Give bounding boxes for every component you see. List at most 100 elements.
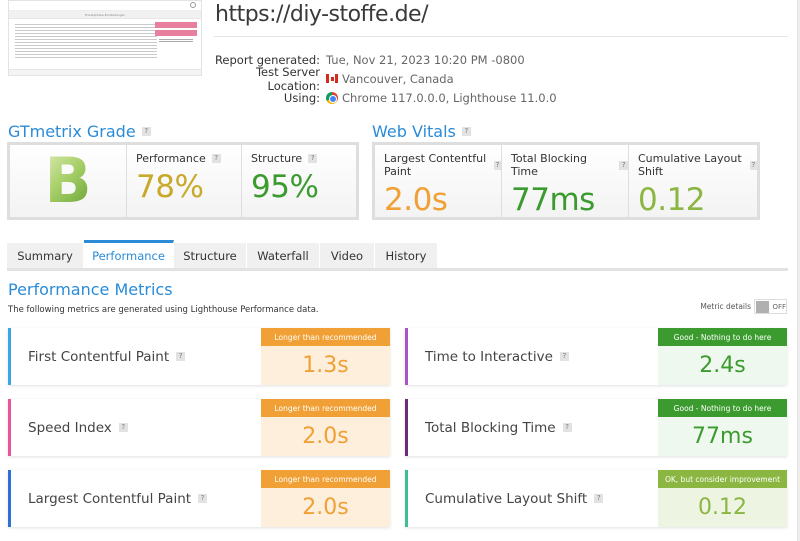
- structure-score: 95%: [251, 169, 319, 205]
- meta-using: Using: Chrome 117.0.0.0, Lighthouse 11.0…: [214, 88, 557, 107]
- metric-value: 2.0s: [261, 488, 390, 527]
- performance-metrics-title: Performance Metrics: [8, 280, 173, 299]
- tab-history[interactable]: History: [375, 243, 438, 268]
- metric-card-first-contentful-paint: First Contentful Paint? Longer than reco…: [8, 328, 390, 385]
- metric-status: Good - Nothing to do here: [658, 399, 787, 417]
- meta-label: Test Server Location:: [255, 64, 320, 93]
- metric-card-cumulative-layout-shift: Cumulative Layout Shift? OK, but conside…: [405, 470, 787, 527]
- help-icon[interactable]: ?: [493, 160, 501, 170]
- thumbnail-button: [155, 22, 197, 28]
- thumbnail-search-bar: [9, 1, 201, 11]
- metric-name: First Contentful Paint: [28, 348, 170, 365]
- web-vitals-title: Web Vitals ?: [372, 122, 471, 141]
- web-vitals-panel: Largest Contentful Paint? 2.0s Total Blo…: [372, 142, 760, 220]
- gtmetrix-grade-title: GTmetrix Grade ?: [8, 122, 151, 141]
- help-icon[interactable]: ?: [749, 160, 757, 170]
- help-icon[interactable]: ?: [461, 127, 471, 136]
- meta-test-server-location: Test Server Location: Vancouver, Canada: [214, 65, 557, 93]
- gtmetrix-grade-panel: B Performance? 78% Structure? 95%: [7, 142, 359, 220]
- toggle-knob: [756, 300, 770, 313]
- report-meta: Report generated: Tue, Nov 21, 2023 10:2…: [214, 50, 557, 107]
- metric-value: 1.3s: [261, 346, 390, 385]
- tab-video[interactable]: Video: [320, 243, 375, 268]
- help-icon[interactable]: ?: [562, 423, 572, 432]
- metric-details-toggle[interactable]: OFF: [754, 299, 787, 314]
- help-icon[interactable]: ?: [619, 160, 628, 170]
- vital-value: 2.0s: [384, 182, 448, 218]
- tab-waterfall[interactable]: Waterfall: [247, 243, 320, 268]
- thumbnail-body: [9, 19, 201, 69]
- structure-score-cell: Structure? 95%: [242, 145, 356, 217]
- metric-status: OK, but consider improvement: [658, 470, 787, 488]
- thumbnail-link: [159, 39, 193, 40]
- metric-value: 2.0s: [261, 417, 390, 456]
- grade-letter: B: [44, 144, 92, 217]
- metric-result: Good - Nothing to do here 2.4s: [658, 328, 787, 385]
- meta-label: Using:: [283, 90, 320, 105]
- vital-lcp: Largest Contentful Paint? 2.0s: [375, 145, 502, 218]
- metric-status: Longer than recommended: [261, 399, 390, 417]
- thumbnail-footer: [9, 69, 201, 75]
- search-icon: [190, 2, 196, 8]
- metric-name: Largest Contentful Paint: [28, 490, 192, 507]
- tab-structure[interactable]: Structure: [174, 243, 247, 268]
- vital-label: Cumulative Layout Shift: [638, 152, 742, 178]
- canada-flag-icon: [326, 74, 338, 83]
- metric-name: Speed Index: [28, 419, 112, 436]
- metric-status: Good - Nothing to do here: [658, 328, 787, 346]
- thumbnail-title-bar: Privatsphäre-Einstellungen: [9, 11, 201, 19]
- vital-label: Total Blocking Time: [511, 152, 587, 178]
- help-icon[interactable]: ?: [308, 154, 318, 163]
- performance-score-cell: Performance? 78%: [127, 145, 242, 217]
- metric-card-total-blocking-time: Total Blocking Time? Good - Nothing to d…: [405, 399, 787, 456]
- metric-value: 2.4s: [658, 346, 787, 385]
- help-icon[interactable]: ?: [118, 423, 128, 432]
- metric-value: 0.12: [658, 488, 787, 527]
- metric-result: Longer than recommended 1.3s: [261, 328, 390, 385]
- report-url: https://diy-stoffe.de/: [215, 2, 429, 27]
- help-icon[interactable]: ?: [176, 352, 186, 361]
- metric-result: Good - Nothing to do here 77ms: [658, 399, 787, 456]
- chrome-icon: [326, 91, 338, 104]
- metric-result: OK, but consider improvement 0.12: [658, 470, 787, 527]
- page-screenshot-thumbnail[interactable]: Privatsphäre-Einstellungen: [8, 0, 202, 76]
- help-icon[interactable]: ?: [211, 154, 221, 163]
- meta-value: Chrome 117.0.0.0, Lighthouse 11.0.0: [342, 90, 557, 105]
- report-tabs: Summary Performance Structure Waterfall …: [7, 240, 788, 271]
- thumbnail-text-lines: [15, 22, 157, 60]
- metric-name: Cumulative Layout Shift: [425, 490, 588, 507]
- metric-name: Time to Interactive: [425, 348, 553, 365]
- metric-card-largest-contentful-paint: Largest Contentful Paint? Longer than re…: [8, 470, 390, 527]
- tab-performance[interactable]: Performance: [84, 240, 174, 268]
- vital-value: 77ms: [511, 182, 595, 218]
- structure-label: Structure: [251, 152, 303, 165]
- help-icon[interactable]: ?: [594, 494, 604, 503]
- performance-score: 78%: [136, 169, 204, 205]
- vital-tbt: Total Blocking Time? 77ms: [502, 145, 629, 218]
- header-divider: [214, 36, 788, 37]
- metric-result: Longer than recommended 2.0s: [261, 399, 390, 456]
- help-icon[interactable]: ?: [198, 494, 208, 503]
- tab-summary[interactable]: Summary: [7, 243, 84, 268]
- metric-card-speed-index: Speed Index? Longer than recommended 2.0…: [8, 399, 390, 456]
- vital-cls: Cumulative Layout Shift? 0.12: [629, 145, 757, 218]
- metric-name: Total Blocking Time: [425, 419, 556, 436]
- metric-result: Longer than recommended 2.0s: [261, 470, 390, 527]
- help-icon[interactable]: ?: [141, 127, 151, 136]
- metric-card-time-to-interactive: Time to Interactive? Good - Nothing to d…: [405, 328, 787, 385]
- meta-value: Vancouver, Canada: [342, 71, 454, 86]
- section-title-text: GTmetrix Grade: [8, 122, 136, 141]
- help-icon[interactable]: ?: [559, 352, 569, 361]
- meta-value: Tue, Nov 21, 2023 10:20 PM -0800: [326, 52, 525, 67]
- performance-label: Performance: [136, 152, 206, 165]
- metric-details-label: Metric details: [700, 302, 751, 311]
- metric-status: Longer than recommended: [261, 328, 390, 346]
- thumbnail-button: [155, 30, 197, 36]
- vital-label: Largest Contentful Paint: [384, 152, 487, 178]
- metric-value: 77ms: [658, 417, 787, 456]
- toggle-state: OFF: [772, 302, 786, 311]
- grade-letter-cell: B: [10, 145, 127, 217]
- vital-value: 0.12: [638, 182, 706, 218]
- metric-status: Longer than recommended: [261, 470, 390, 488]
- metric-details-toggle-wrap: Metric details OFF: [700, 299, 787, 314]
